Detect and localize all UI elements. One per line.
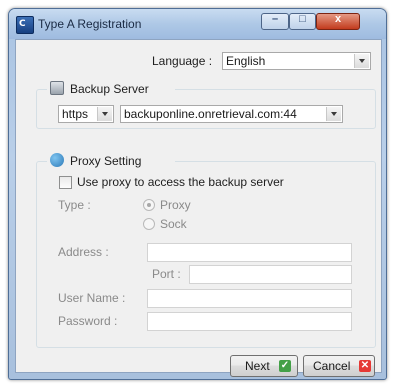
protocol-select[interactable]: https (58, 105, 114, 123)
minimize-icon: – (271, 13, 279, 25)
checkmark-icon: ✓ (279, 360, 291, 372)
window-title: Type A Registration (38, 17, 142, 31)
language-label: Language : (152, 54, 213, 68)
backup-server-header: Backup Server (47, 81, 175, 97)
proxy-address-field[interactable] (147, 243, 352, 262)
cancel-label: Cancel (313, 359, 351, 373)
language-value: English (226, 54, 266, 68)
server-address-value: backuponline.onretrieval.com:44 (124, 107, 297, 121)
username-label: User Name : (58, 291, 126, 305)
cancel-button[interactable]: Cancel ✕ (303, 355, 375, 377)
proxy-setting-title: Proxy Setting (70, 154, 142, 168)
proxy-radio[interactable] (143, 199, 155, 211)
maximize-icon: □ (299, 13, 306, 25)
chevron-down-icon[interactable] (354, 54, 369, 68)
backup-server-title: Backup Server (70, 82, 149, 96)
chevron-down-icon[interactable] (326, 107, 341, 121)
maximize-button[interactable]: □ (289, 13, 316, 30)
title-bar[interactable]: C Type A Registration – □ x (9, 9, 386, 39)
globe-network-icon (50, 153, 64, 167)
proxy-port-field[interactable] (189, 265, 352, 284)
username-field[interactable] (147, 289, 352, 308)
sock-radio-label: Sock (160, 217, 187, 231)
proxy-radio-label: Proxy (160, 198, 191, 212)
server-address-select[interactable]: backuponline.onretrieval.com:44 (120, 105, 343, 123)
next-label: Next (245, 359, 270, 373)
language-select[interactable]: English (222, 52, 371, 70)
minimize-button[interactable]: – (261, 13, 289, 30)
address-label: Address : (58, 245, 109, 259)
close-icon: x (334, 13, 342, 25)
close-button[interactable]: x (316, 13, 360, 30)
use-proxy-label[interactable]: Use proxy to access the backup server (77, 175, 284, 189)
cancel-icon: ✕ (359, 360, 371, 372)
password-field[interactable] (147, 312, 352, 331)
proxy-setting-header: Proxy Setting (47, 153, 175, 169)
chevron-down-icon[interactable] (97, 107, 112, 121)
password-label: Password : (58, 314, 118, 328)
use-proxy-checkbox[interactable] (59, 176, 72, 189)
protocol-value: https (62, 107, 89, 121)
next-button[interactable]: Next ✓ (230, 355, 298, 377)
server-icon (50, 81, 64, 95)
registration-window: C Type A Registration – □ x Language : E… (8, 8, 387, 380)
sock-radio[interactable] (143, 218, 155, 230)
type-label: Type : (58, 198, 91, 212)
port-label: Port : (152, 267, 181, 281)
dialog-body: Language : English Backup Server https b… (15, 39, 382, 377)
app-icon: C (16, 16, 34, 34)
